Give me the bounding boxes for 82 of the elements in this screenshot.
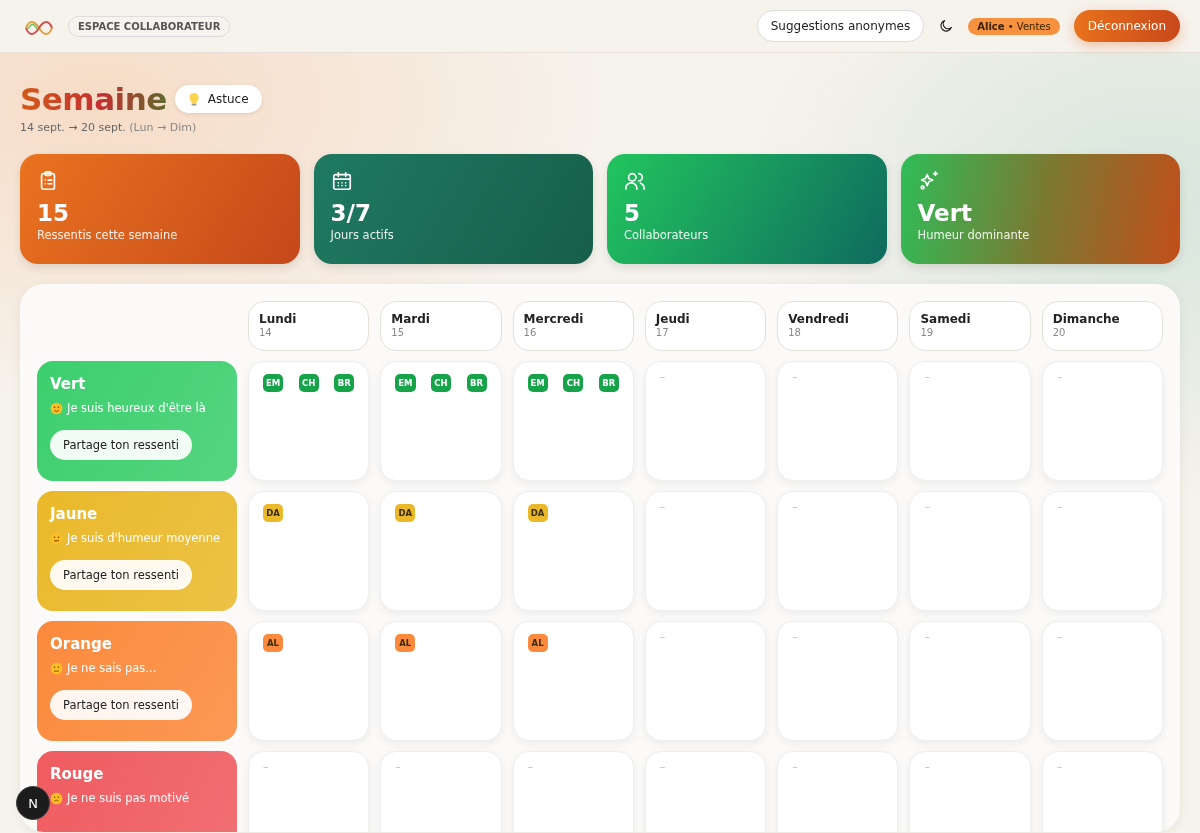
day-name: Samedi	[920, 312, 971, 326]
mood-name: Vert	[50, 375, 86, 393]
initials-chip: EM	[395, 374, 416, 392]
initials-chip: BR	[466, 374, 487, 392]
mood-description: Je ne sais pas...	[67, 661, 157, 675]
day-name: Mardi	[391, 312, 430, 326]
share-button[interactable]: Partage ton ressenti	[50, 690, 192, 720]
empty-mark: –	[924, 500, 930, 513]
tip-button[interactable]: Astuce	[174, 85, 262, 113]
date-range: 14 sept. → 20 sept. (Lun → Dim)	[20, 121, 198, 134]
empty-mark: –	[659, 370, 666, 383]
mood-name: Orange	[50, 635, 112, 653]
stat-value: Vert	[917, 200, 972, 226]
initials-chip: DA	[395, 504, 416, 522]
day-date: 16	[523, 327, 537, 338]
initials-chip: DA	[527, 504, 548, 522]
face-icon	[50, 661, 63, 675]
initials-chip: CH	[298, 374, 319, 392]
empty-mark: –	[659, 760, 666, 773]
empty-mark: –	[1056, 760, 1063, 773]
empty-mark: –	[924, 630, 930, 643]
mood-description: Je suis heureux d'être là	[67, 401, 206, 415]
empty-mark: –	[1056, 370, 1063, 383]
users-icon	[624, 170, 646, 192]
user-badge: Alice • Ventes	[968, 17, 1060, 35]
initials-chip: AL	[527, 634, 548, 652]
lightbulb-icon	[187, 92, 200, 106]
day-date: 14	[259, 327, 272, 338]
initials-chip: BR	[598, 374, 619, 392]
logout-button[interactable]: Déconnexion	[1073, 10, 1180, 42]
day-name: Jeudi	[655, 312, 690, 326]
stat-label: Jours actifs	[330, 228, 394, 242]
initials-chip: EM	[263, 374, 284, 392]
initials-chip: AL	[263, 634, 283, 652]
empty-mark: –	[659, 500, 666, 513]
day-name: Lundi	[259, 312, 297, 326]
empty-mark: –	[792, 630, 798, 643]
initials-chip: EM	[527, 374, 548, 392]
mood-name: Jaune	[50, 505, 98, 523]
sparkles-icon	[917, 170, 940, 192]
empty-mark: –	[924, 760, 930, 773]
initials-chip: CH	[563, 374, 584, 392]
stat-value: 3/7	[330, 200, 371, 226]
day-name: Mercredi	[523, 312, 584, 326]
section-badge: ESPACE COLLABORATEUR	[68, 15, 231, 37]
day-name: Dimanche	[1052, 312, 1120, 326]
face-icon	[50, 791, 63, 805]
empty-mark: –	[659, 630, 666, 643]
empty-mark: –	[792, 760, 798, 773]
empty-mark: –	[1056, 500, 1063, 513]
day-date: 17	[655, 327, 669, 338]
empty-mark: –	[792, 370, 798, 383]
empty-mark: –	[1056, 630, 1063, 643]
face-icon	[50, 531, 63, 545]
stat-label: Collaborateurs	[624, 228, 709, 242]
face-icon	[50, 401, 63, 415]
empty-mark: –	[527, 760, 534, 773]
stat-value: 5	[624, 200, 640, 226]
stat-label: Ressentis cette semaine	[37, 228, 178, 242]
day-date: 20	[1052, 327, 1066, 338]
day-name: Vendredi	[788, 312, 849, 326]
initials-chip: AL	[395, 634, 416, 652]
calendar-icon	[330, 170, 353, 192]
stat-label: Humeur dominante	[917, 228, 1030, 242]
mood-description: Je ne suis pas motivé	[67, 791, 190, 805]
day-date: 19	[920, 327, 934, 338]
empty-mark: –	[263, 760, 269, 773]
day-date: 18	[788, 327, 801, 338]
suggestions-button[interactable]: Suggestions anonymes	[756, 10, 925, 42]
share-button[interactable]: Partage ton ressenti	[50, 430, 192, 460]
stat-value: 15	[37, 200, 69, 226]
mood-name: Rouge	[50, 765, 104, 783]
initials-chip: BR	[334, 374, 355, 392]
dark-mode-icon[interactable]	[938, 18, 955, 34]
empty-mark: –	[924, 370, 930, 383]
mood-description: Je suis d'humeur moyenne	[67, 531, 220, 545]
empty-mark: –	[792, 500, 798, 513]
day-date: 15	[391, 327, 404, 338]
initials-chip: DA	[263, 504, 283, 522]
initials-chip: CH	[431, 374, 452, 392]
share-button[interactable]: Partage ton ressenti	[50, 560, 192, 590]
empty-mark: –	[395, 760, 401, 773]
